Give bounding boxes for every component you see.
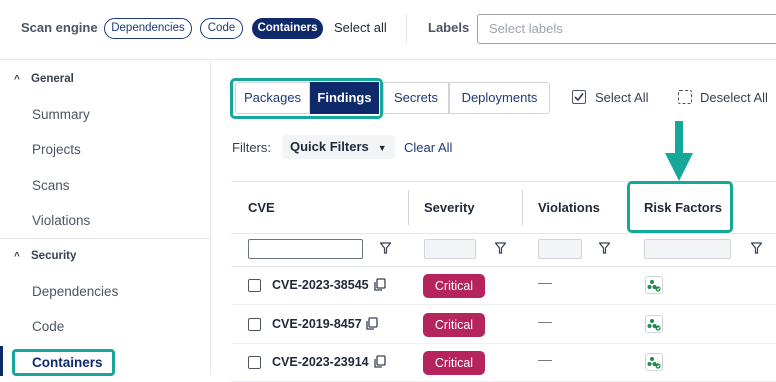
quick-filters-dropdown[interactable]: Quick Filters ▼ xyxy=(282,135,395,159)
chip-containers[interactable]: Containers xyxy=(252,18,323,39)
filter-icon[interactable] xyxy=(380,242,391,254)
cve-filter-input[interactable] xyxy=(248,239,363,259)
select-all-label[interactable]: Select All xyxy=(595,90,648,105)
header-divider xyxy=(231,233,776,234)
violations-value: — xyxy=(538,274,552,290)
column-divider xyxy=(522,190,523,225)
risk-factor-icon[interactable] xyxy=(645,276,663,294)
divider xyxy=(406,14,407,44)
labels-select[interactable]: Select labels xyxy=(477,14,776,44)
highlight-box xyxy=(230,78,383,119)
cve-id[interactable]: CVE-2019-8457 xyxy=(272,317,362,331)
column-header-severity[interactable]: Severity xyxy=(424,200,475,215)
sidebar-section-label: General xyxy=(31,73,74,85)
filter-icon[interactable] xyxy=(495,242,506,254)
tab-secrets[interactable]: Secrets xyxy=(383,82,449,114)
copy-icon[interactable] xyxy=(373,278,386,292)
caret-down-icon: ▼ xyxy=(377,143,387,153)
filter-icon[interactable] xyxy=(751,242,762,254)
row-checkbox[interactable] xyxy=(248,356,261,369)
sidebar-item-containers[interactable]: Containers xyxy=(12,349,115,376)
sidebar-divider xyxy=(0,238,211,239)
row-checkbox[interactable] xyxy=(248,318,261,331)
sidebar: ^ General Summary Projects Scans Violatio… xyxy=(0,61,211,376)
copy-icon[interactable] xyxy=(373,355,386,369)
sidebar-section-security[interactable]: ^ Security xyxy=(14,250,76,262)
table-row[interactable]: CVE-2023-38545 Critical — xyxy=(231,267,776,305)
table-row[interactable]: CVE-2023-23914 Critical — xyxy=(231,344,776,382)
deselect-all-label[interactable]: Deselect All xyxy=(700,90,768,105)
cve-id[interactable]: CVE-2023-23914 xyxy=(272,355,369,369)
violations-value: — xyxy=(538,351,552,367)
highlight-box xyxy=(627,181,733,233)
risk-factor-icon[interactable] xyxy=(645,315,663,333)
sidebar-item-code[interactable]: Code xyxy=(32,319,64,334)
sidebar-item-scans[interactable]: Scans xyxy=(32,178,70,193)
deselect-all-checkbox[interactable] xyxy=(678,90,692,104)
severity-badge: Critical xyxy=(423,313,485,337)
sidebar-item-projects[interactable]: Projects xyxy=(32,142,81,157)
column-divider xyxy=(408,190,409,225)
sidebar-item-violations[interactable]: Violations xyxy=(32,213,90,228)
sidebar-section-label: Security xyxy=(31,250,77,262)
severity-filter-input[interactable] xyxy=(424,239,476,259)
cve-id[interactable]: CVE-2023-38545 xyxy=(272,278,369,292)
chevron-up-icon: ^ xyxy=(14,251,20,262)
clear-all-link[interactable]: Clear All xyxy=(404,140,452,155)
filters-label: Filters: xyxy=(232,140,271,155)
chevron-up-icon: ^ xyxy=(14,74,20,85)
active-indicator xyxy=(0,346,3,376)
violations-value: — xyxy=(538,313,552,329)
severity-badge: Critical xyxy=(423,274,485,298)
quick-filters-label: Quick Filters xyxy=(290,139,369,154)
arrow-down-icon xyxy=(665,121,693,181)
copy-icon[interactable] xyxy=(365,317,378,331)
violations-filter-input[interactable] xyxy=(538,239,582,259)
select-all-link[interactable]: Select all xyxy=(334,20,387,35)
select-all-checkbox[interactable] xyxy=(572,90,586,104)
chip-dependencies[interactable]: Dependencies xyxy=(104,18,192,39)
filter-icon[interactable] xyxy=(599,242,610,254)
column-header-violations[interactable]: Violations xyxy=(538,200,600,215)
sidebar-item-dependencies[interactable]: Dependencies xyxy=(32,284,118,299)
severity-badge: Critical xyxy=(423,351,485,375)
row-checkbox[interactable] xyxy=(248,279,261,292)
sidebar-item-summary[interactable]: Summary xyxy=(32,107,90,122)
sidebar-section-general[interactable]: ^ General xyxy=(14,73,74,85)
risk-factors-filter-input[interactable] xyxy=(644,239,731,259)
main-content: Packages Findings Secrets Deployments Se… xyxy=(212,61,776,382)
chip-code[interactable]: Code xyxy=(200,18,243,39)
column-header-cve[interactable]: CVE xyxy=(248,200,275,215)
scan-engine-label: Scan engine xyxy=(21,20,98,35)
risk-factor-icon[interactable] xyxy=(645,353,663,371)
tab-deployments[interactable]: Deployments xyxy=(449,82,550,114)
table-row[interactable]: CVE-2019-8457 Critical — xyxy=(231,306,776,344)
scan-engine-bar: Scan engine Dependencies Code Containers… xyxy=(0,0,776,60)
labels-label: Labels xyxy=(428,20,470,35)
